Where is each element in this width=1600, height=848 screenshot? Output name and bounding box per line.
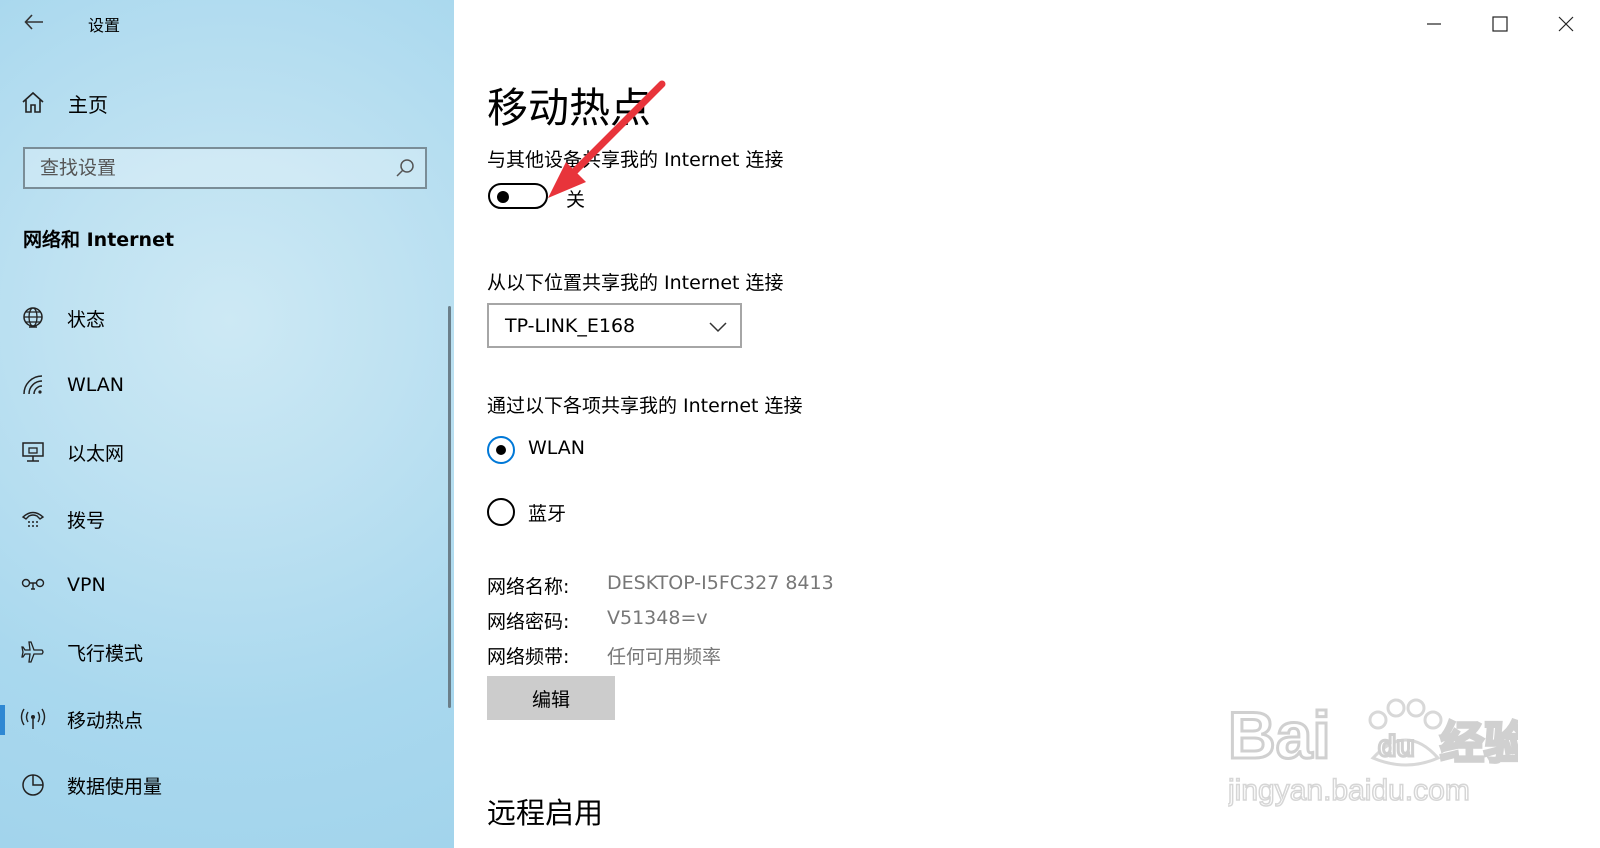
sidebar-item-vpn[interactable]: VPN xyxy=(0,563,454,607)
selection-indicator xyxy=(0,705,5,735)
svg-text:经验: 经验 xyxy=(1440,718,1518,769)
wifi-icon xyxy=(23,375,43,395)
radio-wlan-label[interactable]: WLAN xyxy=(528,437,585,459)
toggle-knob xyxy=(497,191,509,203)
minimize-icon[interactable] xyxy=(1424,14,1444,34)
sidebar-item-status[interactable]: 状态 xyxy=(0,296,454,340)
share-over-label: 通过以下各项共享我的 Internet 连接 xyxy=(487,395,803,417)
sidebar-item-label: 移动热点 xyxy=(67,709,144,732)
edit-button[interactable]: 编辑 xyxy=(487,676,615,720)
share-label: 与其他设备共享我的 Internet 连接 xyxy=(487,149,784,171)
search-icon[interactable] xyxy=(395,158,415,178)
sidebar-item-label: 拨号 xyxy=(67,509,106,532)
sidebar-item-label: 数据使用量 xyxy=(67,775,163,798)
network-name-value: DESKTOP-I5FC327 8413 xyxy=(607,572,834,594)
dropdown-value: TP-LINK_E168 xyxy=(505,315,636,337)
app-title: 设置 xyxy=(88,16,121,35)
hotspot-icon xyxy=(20,708,46,729)
toggle-state-label: 关 xyxy=(566,189,586,211)
page-title: 移动热点 xyxy=(487,84,651,132)
radio-bluetooth[interactable] xyxy=(487,498,515,526)
remote-section-title: 远程启用 xyxy=(487,796,604,830)
data-usage-icon xyxy=(22,774,44,796)
sidebar-item-hotspot[interactable]: 移动热点 xyxy=(0,697,454,741)
network-password-value: V51348=v xyxy=(607,607,708,629)
network-name-key: 网络名称: xyxy=(487,576,570,598)
svg-text:jingyan.baidu.com: jingyan.baidu.com xyxy=(1228,774,1470,807)
chevron-down-icon xyxy=(709,322,727,333)
sidebar: 设置 主页 网络和 Internet 状态 WLAN xyxy=(0,0,454,848)
sidebar-item-data-usage[interactable]: 数据使用量 xyxy=(0,763,454,807)
share-from-label: 从以下位置共享我的 Internet 连接 xyxy=(487,272,784,294)
vpn-icon xyxy=(21,578,45,590)
sidebar-item-label: WLAN xyxy=(67,374,125,396)
search-box[interactable] xyxy=(23,147,427,189)
hotspot-toggle[interactable] xyxy=(488,183,548,209)
back-arrow-icon[interactable] xyxy=(22,10,46,34)
section-title: 网络和 Internet xyxy=(23,229,175,251)
dialup-icon xyxy=(21,511,45,527)
sidebar-item-label: 以太网 xyxy=(67,442,125,465)
network-band-key: 网络频带: xyxy=(487,646,570,668)
sidebar-item-wlan[interactable]: WLAN xyxy=(0,363,454,407)
network-band-value: 任何可用频率 xyxy=(607,646,722,668)
search-input[interactable] xyxy=(25,149,400,187)
sidebar-item-label: 状态 xyxy=(67,308,106,331)
sidebar-item-ethernet[interactable]: 以太网 xyxy=(0,430,454,474)
baidu-watermark-logo: Bai du 经验 jingyan.baidu.com xyxy=(1228,697,1518,808)
home-label: 主页 xyxy=(68,92,108,117)
radio-bluetooth-label[interactable]: 蓝牙 xyxy=(528,499,566,526)
svg-text:du: du xyxy=(1378,730,1415,763)
home-icon xyxy=(22,91,44,113)
maximize-icon[interactable] xyxy=(1490,14,1510,34)
radio-wlan[interactable] xyxy=(487,436,515,464)
globe-icon xyxy=(23,307,43,328)
svg-text:Bai: Bai xyxy=(1228,698,1331,772)
sidebar-item-airplane[interactable]: 飞行模式 xyxy=(0,630,454,674)
share-from-dropdown[interactable]: TP-LINK_E168 xyxy=(487,303,742,348)
sidebar-scrollbar[interactable] xyxy=(448,306,451,708)
network-password-key: 网络密码: xyxy=(487,611,570,633)
radio-dot xyxy=(496,445,506,455)
sidebar-item-dialup[interactable]: 拨号 xyxy=(0,497,454,541)
sidebar-item-label: 飞行模式 xyxy=(67,642,144,665)
close-icon[interactable] xyxy=(1556,14,1576,34)
home-nav-item[interactable]: 主页 xyxy=(20,88,108,118)
ethernet-icon xyxy=(22,442,44,462)
airplane-icon xyxy=(21,641,44,663)
sidebar-item-label: VPN xyxy=(67,574,106,596)
